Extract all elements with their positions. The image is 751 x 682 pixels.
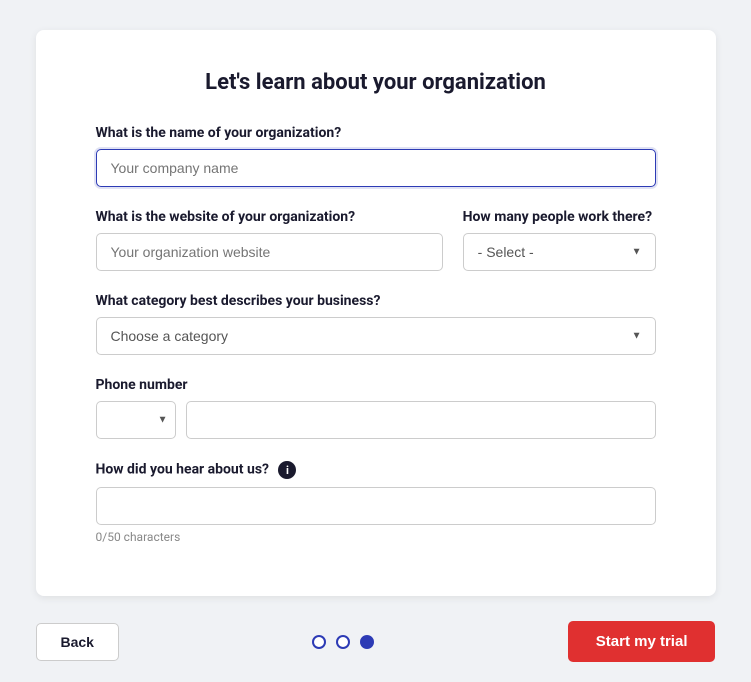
org-website-field: What is the website of your organization… (96, 209, 443, 271)
hear-about-label: How did you hear about us? i (96, 461, 656, 479)
form-card: Let's learn about your organization What… (36, 30, 716, 596)
org-website-input[interactable] (96, 233, 443, 271)
employee-count-field: How many people work there? - Select - 1… (463, 209, 656, 271)
employee-count-select-wrapper: - Select - 1-10 11-50 51-200 201-500 500… (463, 233, 656, 271)
progress-dot-1 (312, 635, 326, 649)
category-field: What category best describes your busine… (96, 293, 656, 355)
category-label: What category best describes your busine… (96, 293, 656, 309)
progress-dot-2 (336, 635, 350, 649)
employee-count-select[interactable]: - Select - 1-10 11-50 51-200 201-500 500… (463, 233, 656, 271)
phone-label: Phone number (96, 377, 656, 393)
progress-dots (312, 635, 374, 649)
hear-about-input[interactable] (96, 487, 656, 525)
page-title: Let's learn about your organization (96, 70, 656, 95)
org-name-field: What is the name of your organization? (96, 125, 656, 187)
info-icon[interactable]: i (278, 461, 296, 479)
website-employees-row: What is the website of your organization… (96, 209, 656, 293)
phone-field: Phone number 🇺🇸 +1 🇬🇧 +44 🇩🇪 +49 (96, 377, 656, 439)
phone-row: 🇺🇸 +1 🇬🇧 +44 🇩🇪 +49 (96, 401, 656, 439)
category-select-wrapper: Choose a category Technology Healthcare … (96, 317, 656, 355)
employee-count-label: How many people work there? (463, 209, 656, 225)
page-wrapper: Let's learn about your organization What… (0, 0, 751, 682)
progress-dot-3 (360, 635, 374, 649)
phone-number-input[interactable] (186, 401, 656, 439)
category-select[interactable]: Choose a category Technology Healthcare … (96, 317, 656, 355)
phone-country-select[interactable]: 🇺🇸 +1 🇬🇧 +44 🇩🇪 +49 (96, 401, 176, 439)
char-count: 0/50 characters (96, 530, 656, 544)
phone-country-wrapper: 🇺🇸 +1 🇬🇧 +44 🇩🇪 +49 (96, 401, 176, 439)
back-button[interactable]: Back (36, 623, 119, 661)
hear-about-field: How did you hear about us? i 0/50 charac… (96, 461, 656, 544)
org-website-label: What is the website of your organization… (96, 209, 443, 225)
footer-bar: Back Start my trial (36, 601, 716, 682)
start-trial-button[interactable]: Start my trial (568, 621, 716, 662)
org-name-input[interactable] (96, 149, 656, 187)
org-name-label: What is the name of your organization? (96, 125, 656, 141)
